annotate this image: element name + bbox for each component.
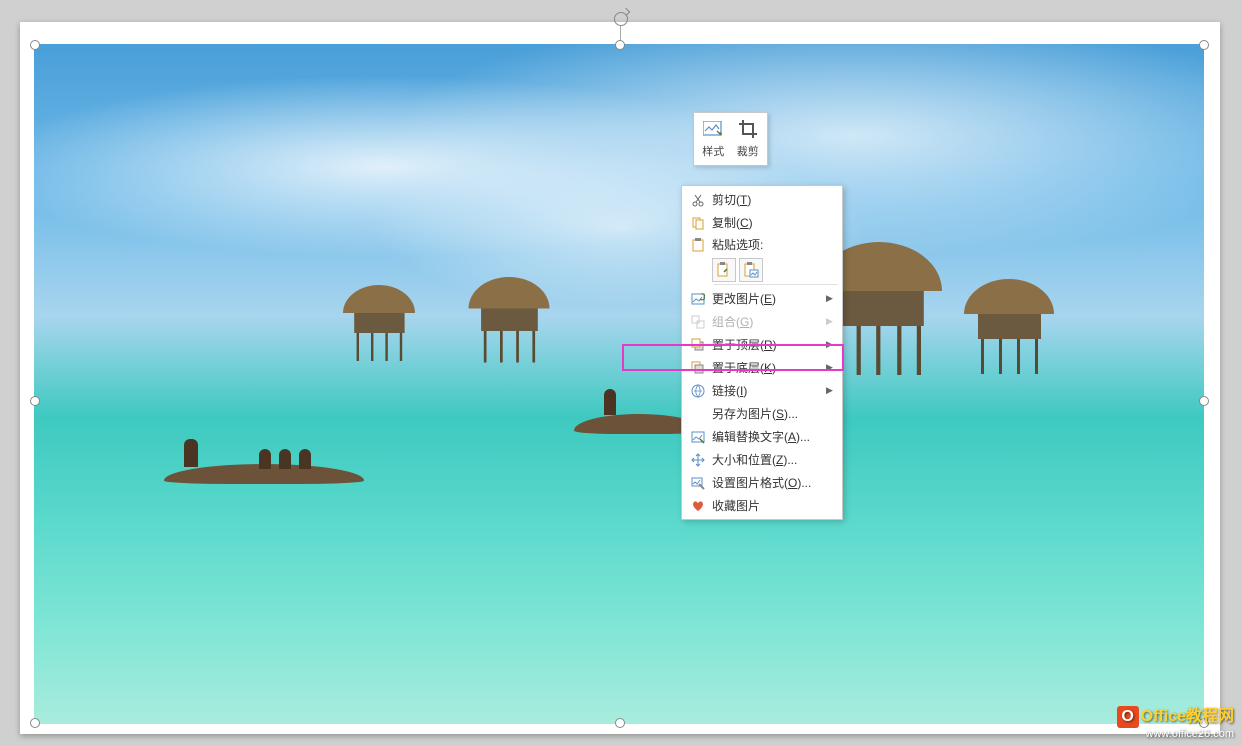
group-icon (684, 315, 712, 329)
scenic-photo (34, 44, 1204, 724)
heart-icon (684, 499, 712, 513)
crop-button[interactable]: 裁剪 (733, 117, 764, 161)
menu-bring-front-label: 置于顶层(R) (712, 336, 826, 353)
picture-style-icon (703, 119, 723, 139)
resize-handle-bottom-middle[interactable] (615, 718, 625, 728)
size-position-icon (684, 453, 712, 467)
format-picture-icon (684, 476, 712, 490)
selected-image[interactable] (34, 44, 1204, 724)
paste-picture-button[interactable] (739, 258, 763, 282)
send-back-icon (684, 361, 712, 375)
menu-cut[interactable]: 剪切(T) (684, 188, 840, 211)
resize-handle-top-right[interactable] (1199, 40, 1209, 50)
menu-paste-label: 粘贴选项: (712, 236, 840, 253)
resize-handle-middle-right[interactable] (1199, 396, 1209, 406)
watermark-main: Office教程网 (1141, 708, 1234, 725)
menu-paste-options: 粘贴选项: (684, 234, 840, 282)
bring-front-icon (684, 338, 712, 352)
resize-handle-top-left[interactable] (30, 40, 40, 50)
menu-group-label: 组合(G) (712, 313, 826, 330)
menu-edit-alt-text[interactable]: 编辑替换文字(A)... (684, 425, 840, 448)
menu-change-picture-label: 更改图片(E) (712, 290, 826, 307)
menu-send-back-label: 置于底层(K) (712, 359, 826, 376)
menu-cut-label: 剪切(T) (712, 191, 840, 208)
submenu-arrow-icon: ▶ (826, 339, 840, 350)
menu-favorite-label: 收藏图片 (712, 497, 840, 514)
style-button[interactable]: 样式 (698, 117, 729, 161)
menu-format-picture-label: 设置图片格式(O)... (712, 474, 840, 491)
cut-icon (684, 193, 712, 207)
menu-save-as-picture[interactable]: 另存为图片(S)... (684, 402, 840, 425)
menu-hyperlink-label: 链接(I) (712, 382, 826, 399)
submenu-arrow-icon: ▶ (826, 385, 840, 396)
menu-alt-text-label: 编辑替换文字(A)... (712, 428, 840, 445)
menu-copy-label: 复制(C) (712, 214, 840, 231)
menu-bring-to-front[interactable]: 置于顶层(R) ▶ (684, 333, 840, 356)
workspace: 样式 裁剪 剪切(T) 复制(C) 粘贴选项: (0, 0, 1242, 746)
link-icon (684, 384, 712, 398)
style-label: 样式 (702, 143, 724, 159)
menu-send-to-back[interactable]: 置于底层(K) ▶ (684, 356, 840, 379)
menu-hyperlink[interactable]: 链接(I) ▶ (684, 379, 840, 402)
submenu-arrow-icon: ▶ (826, 362, 840, 373)
watermark-badge: O (1117, 706, 1139, 728)
menu-separator (714, 284, 838, 285)
rotate-connector (620, 26, 621, 41)
change-picture-icon (684, 292, 712, 306)
resize-handle-top-middle[interactable] (615, 40, 625, 50)
menu-change-picture[interactable]: 更改图片(E) ▶ (684, 287, 840, 310)
paste-keep-source-button[interactable] (712, 258, 736, 282)
watermark-sub: www.office26.com (1117, 728, 1234, 740)
crop-label: 裁剪 (737, 143, 759, 159)
watermark: OOffice教程网 www.office26.com (1117, 702, 1234, 740)
menu-copy[interactable]: 复制(C) (684, 211, 840, 234)
paste-icon (684, 236, 712, 252)
rotate-handle[interactable] (614, 12, 628, 26)
resize-handle-bottom-left[interactable] (30, 718, 40, 728)
menu-format-picture[interactable]: 设置图片格式(O)... (684, 471, 840, 494)
submenu-arrow-icon: ▶ (826, 293, 840, 304)
menu-size-position[interactable]: 大小和位置(Z)... (684, 448, 840, 471)
menu-group: 组合(G) ▶ (684, 310, 840, 333)
crop-icon (738, 119, 758, 139)
copy-icon (684, 216, 712, 230)
menu-favorite-picture[interactable]: 收藏图片 (684, 494, 840, 517)
menu-save-picture-label: 另存为图片(S)... (712, 405, 840, 422)
resize-handle-middle-left[interactable] (30, 396, 40, 406)
menu-size-position-label: 大小和位置(Z)... (712, 451, 840, 468)
context-menu: 剪切(T) 复制(C) 粘贴选项: 更改图片(E) ▶ 组合(G) ▶ (681, 185, 843, 520)
alt-text-icon (684, 430, 712, 444)
submenu-arrow-icon: ▶ (826, 316, 840, 327)
mini-toolbar: 样式 裁剪 (693, 112, 768, 166)
